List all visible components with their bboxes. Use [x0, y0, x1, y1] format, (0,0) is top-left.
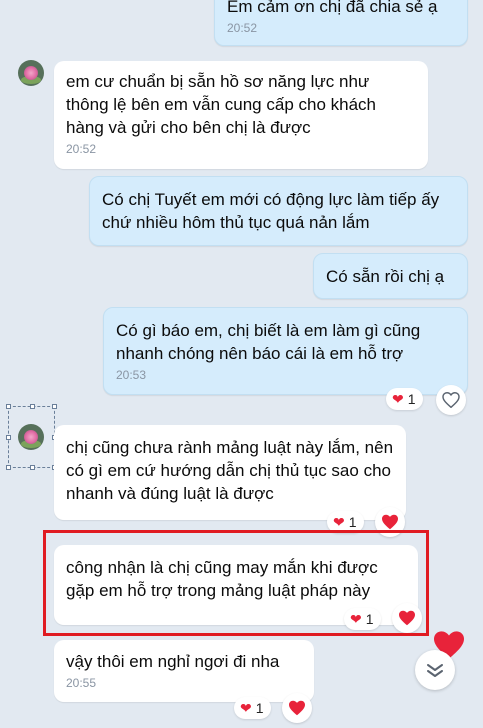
message-text: Em cảm ơn chị đã chia sẻ ạ	[227, 0, 438, 16]
reaction-count: 1	[348, 514, 357, 530]
avatar[interactable]	[18, 424, 44, 450]
message-text: Có gì báo em, chị biết là em làm gì cũng…	[116, 321, 421, 363]
message-bubble-incoming[interactable]: vậy thôi em nghỉ ngơi đi nha 20:55	[54, 640, 314, 702]
heart-outline-icon	[442, 392, 460, 408]
chevron-down-icon	[427, 664, 443, 677]
reaction-badge[interactable]: ❤ 1	[234, 697, 271, 719]
message-time: 20:52	[66, 142, 97, 156]
message-bubble-outgoing[interactable]: Có gì báo em, chị biết là em làm gì cũng…	[103, 307, 468, 395]
avatar[interactable]	[18, 60, 44, 86]
message-text: Có chị Tuyết em mới có động lực làm tiếp…	[102, 190, 440, 232]
message-time: 20:53	[116, 368, 147, 382]
heart-icon	[382, 514, 398, 530]
react-button[interactable]	[436, 385, 466, 415]
avatar-flower	[24, 66, 38, 80]
message-text: chị cũng chưa rành mảng luật này lắm, nê…	[66, 438, 394, 503]
message-bubble-outgoing[interactable]: Có sẵn rồi chị ạ	[313, 253, 468, 299]
message-bubble-incoming[interactable]: em cư chuẩn bị sẵn hồ sơ năng lực như th…	[54, 61, 428, 169]
message-time: 20:52	[227, 21, 258, 35]
reaction-badge[interactable]: ❤ 1	[386, 388, 423, 410]
heart-icon	[289, 700, 305, 716]
react-button[interactable]	[282, 693, 312, 723]
message-bubble-incoming[interactable]: chị cũng chưa rành mảng luật này lắm, nê…	[54, 425, 406, 520]
highlight-frame	[43, 530, 429, 636]
heart-icon: ❤	[392, 391, 404, 407]
message-bubble-outgoing[interactable]: Có chị Tuyết em mới có động lực làm tiếp…	[89, 176, 468, 246]
avatar-flower	[24, 430, 38, 444]
heart-icon: ❤	[333, 514, 345, 530]
heart-icon: ❤	[240, 700, 252, 716]
message-time: 20:55	[66, 676, 97, 690]
message-text: Có sẵn rồi chị ạ	[326, 267, 445, 286]
message-text: em cư chuẩn bị sẵn hồ sơ năng lực như th…	[66, 72, 376, 137]
message-bubble-outgoing[interactable]: Em cảm ơn chị đã chia sẻ ạ 20:52	[214, 0, 468, 46]
scroll-to-bottom-button[interactable]	[415, 650, 455, 690]
message-text: vậy thôi em nghỉ ngơi đi nha	[66, 652, 280, 671]
reaction-count: 1	[255, 700, 264, 716]
reaction-count: 1	[407, 391, 416, 407]
